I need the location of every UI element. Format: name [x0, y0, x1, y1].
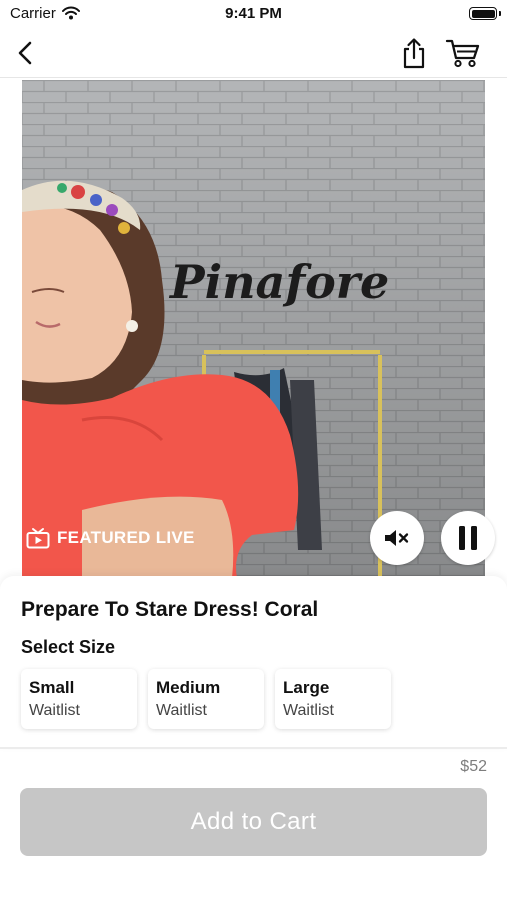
- status-bar: Carrier 9:41 PM: [0, 0, 507, 28]
- mute-button[interactable]: [370, 511, 424, 565]
- size-name: Small: [29, 678, 75, 697]
- featured-live-label: FEATURED LIVE: [57, 528, 195, 547]
- product-title: Prepare To Stare Dress! Coral: [21, 598, 319, 621]
- divider: [0, 747, 507, 749]
- wall-sign-text: Pinafore: [168, 255, 389, 309]
- cart-icon: [445, 39, 480, 68]
- size-name: Medium: [156, 678, 221, 697]
- battery-icon: [469, 7, 497, 20]
- share-button[interactable]: [398, 36, 430, 70]
- size-status: Waitlist: [156, 702, 207, 719]
- size-option-large[interactable]: Large Waitlist: [275, 669, 391, 729]
- size-status: Waitlist: [283, 702, 334, 719]
- size-status: Waitlist: [29, 702, 80, 719]
- cart-button[interactable]: [443, 36, 483, 70]
- pause-icon: [459, 526, 477, 550]
- chevron-left-icon: [18, 41, 32, 65]
- featured-live-badge: FEATURED LIVE: [26, 527, 195, 549]
- status-time: 9:41 PM: [225, 5, 282, 22]
- tv-play-icon: [26, 528, 50, 549]
- size-name: Large: [283, 678, 330, 697]
- size-option-medium[interactable]: Medium Waitlist: [148, 669, 264, 729]
- share-icon: [403, 38, 425, 69]
- back-button[interactable]: [12, 38, 38, 68]
- nav-bar: [0, 28, 507, 78]
- add-to-cart-button[interactable]: Add to Cart: [20, 788, 487, 856]
- size-option-small[interactable]: Small Waitlist: [21, 669, 137, 729]
- size-heading: Select Size: [21, 637, 116, 657]
- live-video-frame: Pinafore: [22, 80, 485, 578]
- product-price: $52: [460, 758, 487, 775]
- pause-button[interactable]: [441, 511, 495, 565]
- product-sheet: Prepare To Stare Dress! Coral Select Siz…: [0, 576, 507, 748]
- speaker-muted-icon: [385, 530, 409, 546]
- live-video-player[interactable]: Pinafore: [22, 80, 485, 578]
